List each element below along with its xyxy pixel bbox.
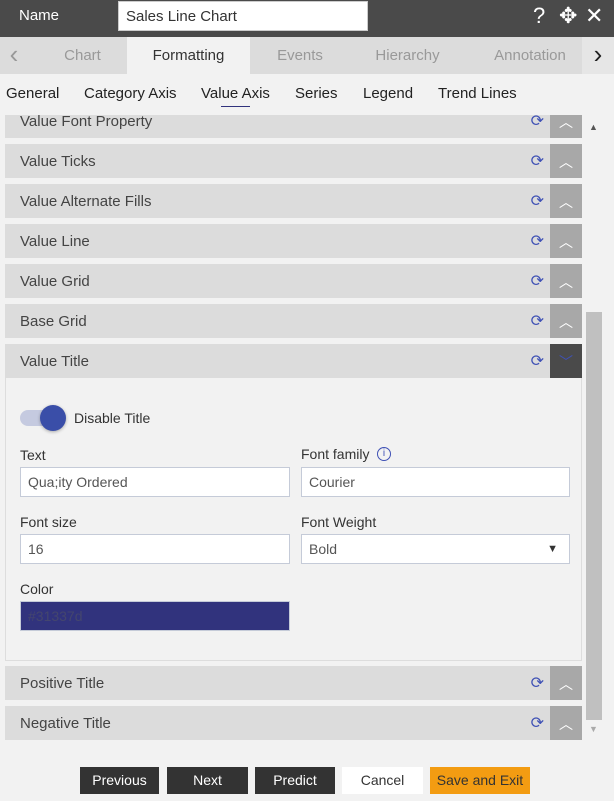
refresh-icon[interactable]: ⟳ xyxy=(531,115,544,131)
name-input[interactable] xyxy=(118,1,368,31)
chevron-up-icon[interactable]: ︿ xyxy=(550,706,582,740)
subtab-general[interactable]: General xyxy=(6,85,59,102)
name-label: Name xyxy=(19,7,60,24)
section-value-alternate-fills[interactable]: Value Alternate Fills ⟳ ︿ xyxy=(5,184,582,218)
section-label: Value Ticks xyxy=(20,153,96,170)
color-label: Color xyxy=(20,581,54,597)
refresh-icon[interactable]: ⟳ xyxy=(531,191,544,211)
disable-title-toggle[interactable] xyxy=(20,405,66,431)
refresh-icon[interactable]: ⟳ xyxy=(531,231,544,251)
chevron-up-icon[interactable]: ︿ xyxy=(550,144,582,178)
section-value-line[interactable]: Value Line ⟳ ︿ xyxy=(5,224,582,258)
header: Name ? ✥ ✕ xyxy=(0,0,614,37)
section-label: Negative Title xyxy=(20,715,111,732)
subtab-series[interactable]: Series xyxy=(295,85,338,102)
sections-list: Value Font Property ⟳ ︿ Value Ticks ⟳ ︿ Valu… xyxy=(0,115,586,742)
refresh-icon[interactable]: ⟳ xyxy=(531,151,544,171)
tab-chart[interactable]: Chart xyxy=(40,37,125,74)
section-base-grid[interactable]: Base Grid ⟳ ︿ xyxy=(5,304,582,338)
section-positive-title[interactable]: Positive Title ⟳ ︿ xyxy=(5,666,582,700)
scroll-up-icon[interactable]: ▲ xyxy=(589,122,598,132)
section-value-grid[interactable]: Value Grid ⟳ ︿ xyxy=(5,264,582,298)
cancel-button[interactable]: Cancel xyxy=(342,767,423,794)
scrollbar[interactable]: ▲ ▼ xyxy=(586,118,602,740)
font-weight-select[interactable]: Bold ▼ xyxy=(301,534,570,564)
subtab-legend[interactable]: Legend xyxy=(363,85,413,102)
tab-annotation[interactable]: Annotation xyxy=(480,37,580,74)
font-family-input[interactable]: Courier xyxy=(301,467,570,497)
section-value-ticks[interactable]: Value Ticks ⟳ ︿ xyxy=(5,144,582,178)
dropdown-arrow-icon: ▼ xyxy=(547,543,558,555)
section-value-title[interactable]: Value Title ⟳ ﹀ xyxy=(5,344,582,378)
predict-button[interactable]: Predict xyxy=(255,767,335,794)
section-label: Base Grid xyxy=(20,313,87,330)
subtab-trend-lines[interactable]: Trend Lines xyxy=(438,85,517,102)
chevron-up-icon[interactable]: ︿ xyxy=(550,184,582,218)
tab-events[interactable]: Events xyxy=(250,37,350,74)
refresh-icon[interactable]: ⟳ xyxy=(531,271,544,291)
tab-formatting[interactable]: Formatting xyxy=(127,37,250,74)
subtab-category-axis[interactable]: Category Axis xyxy=(84,85,177,102)
previous-button[interactable]: Previous xyxy=(80,767,159,794)
font-weight-value: Bold xyxy=(309,541,338,557)
close-icon[interactable]: ✕ xyxy=(585,4,603,28)
section-value-font-property[interactable]: Value Font Property ⟳ ︿ xyxy=(5,115,582,138)
chevron-left-icon[interactable]: ‹ xyxy=(0,37,28,74)
section-label: Value Grid xyxy=(20,273,90,290)
move-icon[interactable]: ✥ xyxy=(559,4,577,28)
value-title-panel: Disable Title Text Qua;ity Ordered Font … xyxy=(5,378,582,661)
section-label: Value Title xyxy=(20,353,89,370)
chevron-up-icon[interactable]: ︿ xyxy=(550,666,582,700)
refresh-icon[interactable]: ⟳ xyxy=(531,713,544,733)
chevron-up-icon[interactable]: ︿ xyxy=(550,224,582,258)
font-weight-label: Font Weight xyxy=(301,514,377,530)
save-and-exit-button[interactable]: Save and Exit xyxy=(430,767,530,794)
color-input[interactable]: #31337d xyxy=(20,601,290,631)
scrollbar-thumb[interactable] xyxy=(586,312,602,720)
refresh-icon[interactable]: ⟳ xyxy=(531,351,544,371)
text-label: Text xyxy=(20,447,46,463)
section-label: Value Alternate Fills xyxy=(20,193,152,210)
info-icon[interactable]: i xyxy=(377,447,391,461)
font-size-input[interactable]: 16 xyxy=(20,534,290,564)
chevron-right-icon[interactable]: › xyxy=(582,37,614,74)
chevron-up-icon[interactable]: ︿ xyxy=(550,115,582,138)
help-icon[interactable]: ? xyxy=(533,4,545,28)
section-label: Positive Title xyxy=(20,675,105,692)
refresh-icon[interactable]: ⟳ xyxy=(531,311,544,331)
subtab-value-axis[interactable]: Value Axis xyxy=(201,85,270,107)
chevron-down-icon[interactable]: ﹀ xyxy=(550,344,582,378)
font-family-label: Font family xyxy=(301,446,370,462)
section-label: Value Line xyxy=(20,233,90,250)
tab-hierarchy[interactable]: Hierarchy xyxy=(350,37,465,74)
chevron-up-icon[interactable]: ︿ xyxy=(550,304,582,338)
refresh-icon[interactable]: ⟳ xyxy=(531,673,544,693)
chevron-up-icon[interactable]: ︿ xyxy=(550,264,582,298)
disable-title-label: Disable Title xyxy=(74,410,151,426)
tab-bar: ‹ Chart Formatting Events Hierarchy Anno… xyxy=(0,37,614,74)
text-input[interactable]: Qua;ity Ordered xyxy=(20,467,290,497)
scroll-down-icon[interactable]: ▼ xyxy=(589,724,598,734)
font-size-label: Font size xyxy=(20,514,77,530)
next-button[interactable]: Next xyxy=(167,767,248,794)
section-label: Value Font Property xyxy=(20,115,153,130)
section-negative-title[interactable]: Negative Title ⟳ ︿ xyxy=(5,706,582,740)
